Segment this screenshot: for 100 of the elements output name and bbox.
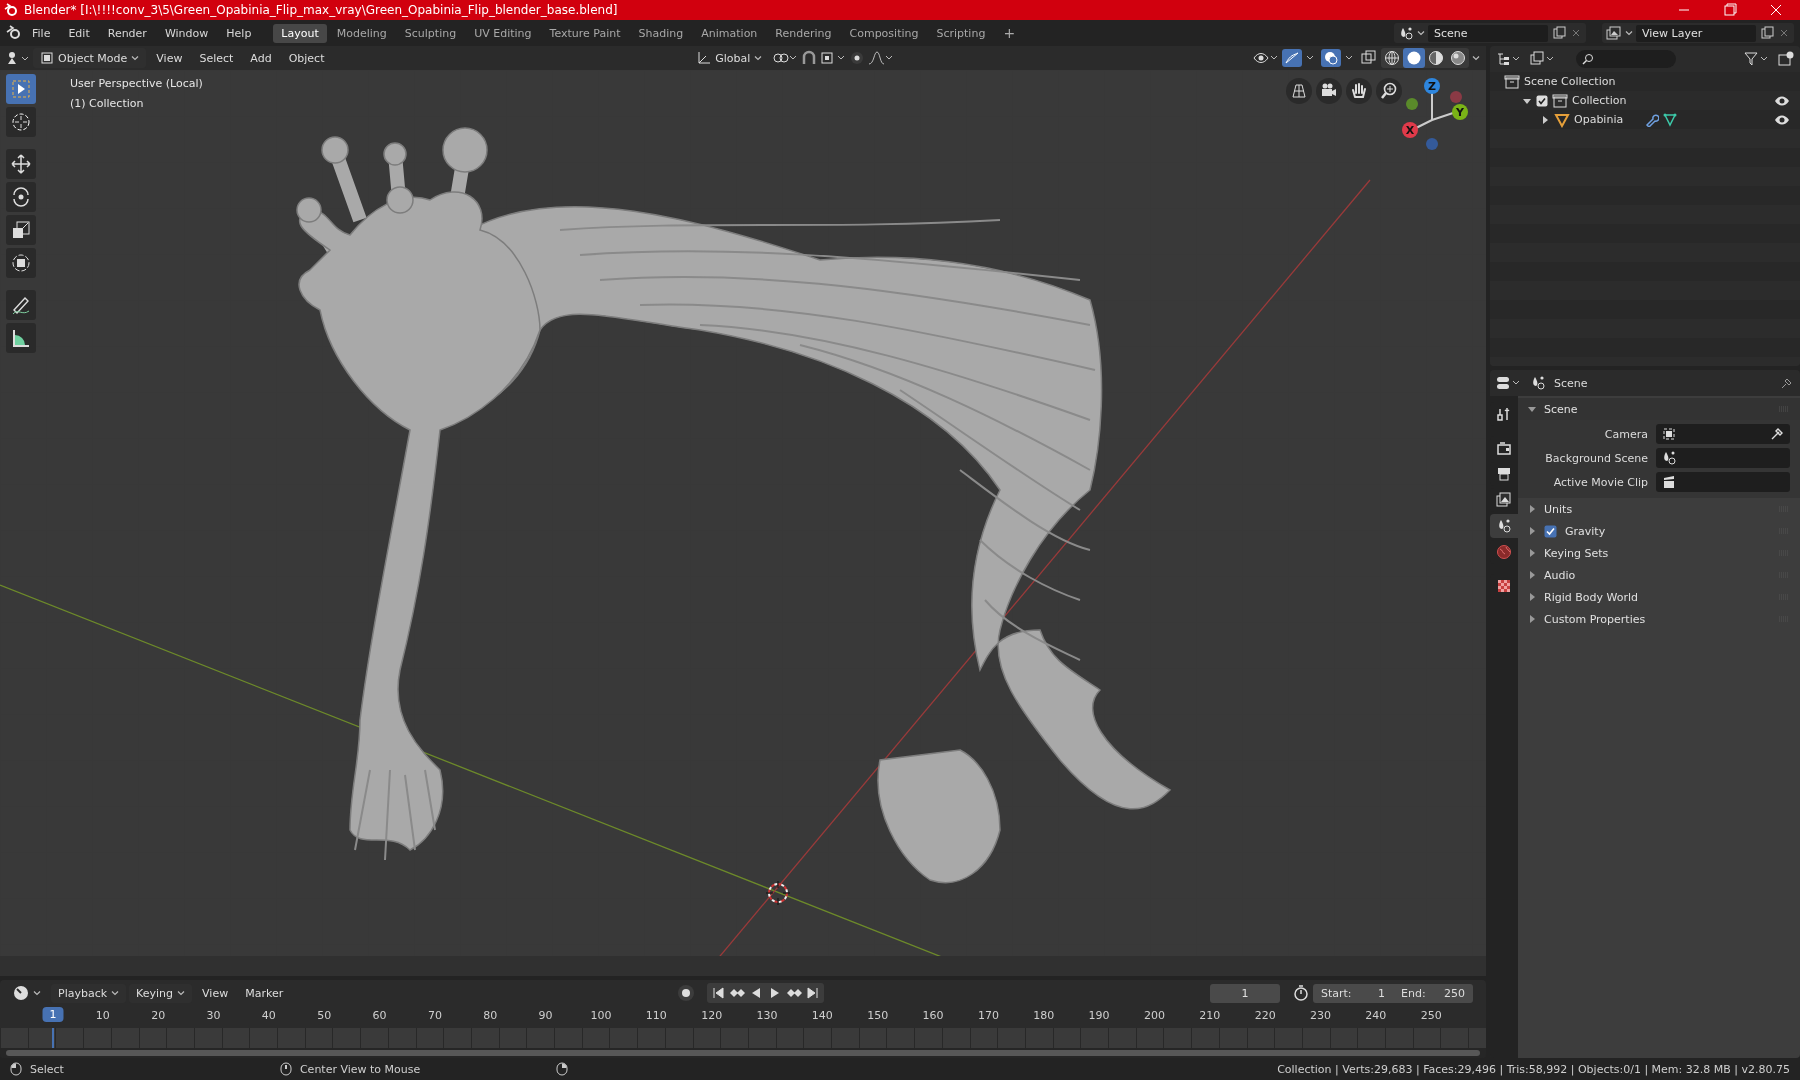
panel-header[interactable]: Units bbox=[1544, 502, 1573, 516]
menu-item[interactable]: Window bbox=[156, 23, 217, 43]
stopwatch-icon[interactable] bbox=[1292, 984, 1310, 1002]
workspace-tab[interactable]: Rendering bbox=[767, 23, 840, 43]
current-frame-field[interactable]: 1 bbox=[1210, 983, 1280, 1003]
cursor-tool[interactable] bbox=[6, 107, 36, 137]
scene-icon[interactable] bbox=[1398, 26, 1414, 40]
close-icon[interactable] bbox=[1778, 27, 1790, 39]
workspace-tab[interactable]: UV Editing bbox=[466, 23, 540, 43]
filter-layers-icon[interactable] bbox=[1530, 51, 1556, 67]
workspace-tab[interactable]: Layout bbox=[273, 23, 327, 43]
end-frame-field[interactable]: End: 250 bbox=[1393, 983, 1473, 1003]
panel-header[interactable]: Rigid Body World bbox=[1544, 590, 1638, 604]
menu-item[interactable]: View bbox=[149, 48, 190, 68]
transform-tool[interactable] bbox=[6, 248, 36, 278]
snap-target-icon[interactable] bbox=[820, 50, 847, 66]
menu-item[interactable]: Help bbox=[218, 23, 260, 43]
copy-icon[interactable] bbox=[1551, 26, 1567, 40]
scene-tab[interactable] bbox=[1490, 514, 1518, 538]
scene-selector-field[interactable]: Scene bbox=[1428, 24, 1548, 42]
mode-dropdown[interactable]: Object Mode bbox=[33, 48, 147, 68]
rendered-shading-icon[interactable] bbox=[1450, 50, 1466, 66]
magnet-icon[interactable] bbox=[801, 50, 818, 66]
menu-item[interactable]: Object bbox=[281, 48, 332, 68]
checked-checkbox-icon[interactable] bbox=[1536, 94, 1548, 107]
object-picker-field[interactable] bbox=[1656, 448, 1790, 468]
eye-icon[interactable] bbox=[1774, 94, 1790, 107]
scrollbar[interactable] bbox=[6, 1050, 1480, 1056]
rotate-tool[interactable] bbox=[6, 182, 36, 212]
close-icon[interactable] bbox=[1570, 27, 1582, 39]
wireframe-shading-icon[interactable] bbox=[1384, 50, 1400, 66]
copy-icon[interactable] bbox=[1759, 26, 1775, 40]
filter-icon[interactable] bbox=[1744, 51, 1770, 67]
search-field[interactable] bbox=[1576, 50, 1676, 68]
scale-tool[interactable] bbox=[6, 215, 36, 245]
image-stack-icon[interactable] bbox=[1606, 26, 1622, 40]
menu-item[interactable]: Keying bbox=[129, 983, 193, 1003]
panel-header[interactable]: Scene bbox=[1544, 402, 1578, 416]
collapsed-arrow-icon[interactable] bbox=[1528, 615, 1536, 623]
panel-header[interactable]: Gravity bbox=[1565, 524, 1606, 538]
editor-type-icon[interactable] bbox=[6, 50, 30, 66]
menu-item[interactable]: Render bbox=[99, 23, 155, 43]
workspace-tab[interactable]: Shading bbox=[630, 23, 692, 43]
outliner-item[interactable]: Collection bbox=[1572, 94, 1627, 107]
menu-item[interactable]: Add bbox=[243, 48, 279, 68]
hand-pan-icon[interactable] bbox=[1349, 81, 1369, 101]
collapsed-arrow-icon[interactable] bbox=[1528, 505, 1536, 513]
annotate-tool[interactable] bbox=[6, 290, 36, 320]
collapsed-arrow-icon[interactable] bbox=[1528, 571, 1536, 579]
orientation-dropdown[interactable]: Global bbox=[690, 48, 770, 68]
outliner-item[interactable]: Opabinia bbox=[1574, 113, 1624, 126]
new-collection-icon[interactable] bbox=[1778, 51, 1794, 67]
select-box-tool[interactable] bbox=[6, 74, 36, 104]
workspace-tab[interactable]: Animation bbox=[693, 23, 766, 43]
workspace-tab[interactable]: Sculpting bbox=[396, 23, 465, 43]
collapsed-arrow-icon[interactable] bbox=[1528, 593, 1536, 601]
eye-icon[interactable] bbox=[1774, 113, 1790, 126]
blender-logo-icon[interactable] bbox=[6, 25, 22, 41]
falloff-curve-icon[interactable] bbox=[868, 50, 895, 66]
add-workspace-button[interactable]: + bbox=[995, 22, 1024, 44]
view-layer-field[interactable]: View Layer bbox=[1636, 24, 1756, 42]
object-picker-field[interactable] bbox=[1656, 424, 1790, 444]
collapsed-arrow-icon[interactable] bbox=[1540, 114, 1550, 125]
panel-header[interactable]: Custom Properties bbox=[1544, 612, 1646, 626]
proportional-edit-icon[interactable] bbox=[849, 50, 866, 66]
zoom-icon[interactable] bbox=[1379, 81, 1399, 101]
playhead-frame-marker[interactable]: 1 bbox=[42, 1007, 64, 1022]
pivot-icon[interactable] bbox=[772, 50, 799, 66]
panel-header[interactable]: Keying Sets bbox=[1544, 546, 1609, 560]
expanded-arrow-icon[interactable] bbox=[1528, 405, 1536, 413]
xray-toggle-icon[interactable] bbox=[1360, 50, 1378, 66]
mesh-data-icon[interactable] bbox=[1663, 112, 1678, 127]
navigation-gizmo[interactable]: Z Y X bbox=[1398, 74, 1472, 156]
menu-item[interactable]: Edit bbox=[60, 23, 98, 43]
visibility-eye-icon[interactable] bbox=[1253, 50, 1279, 66]
move-tool[interactable] bbox=[6, 149, 36, 179]
object-picker-field[interactable] bbox=[1656, 472, 1790, 492]
outliner-item[interactable]: Scene Collection bbox=[1524, 75, 1616, 88]
workspace-tab[interactable]: Texture Paint bbox=[541, 23, 629, 43]
checked-checkbox-icon[interactable] bbox=[1544, 524, 1557, 538]
grid-view-icon[interactable] bbox=[1289, 81, 1309, 101]
menu-item[interactable]: Select bbox=[192, 48, 241, 68]
wrench-icon[interactable] bbox=[1645, 112, 1660, 127]
editor-type-icon[interactable] bbox=[1496, 375, 1522, 391]
measure-tool[interactable] bbox=[6, 323, 36, 353]
display-mode-icon[interactable] bbox=[1496, 51, 1522, 67]
panel-header[interactable]: Audio bbox=[1544, 568, 1576, 582]
menu-item[interactable]: View bbox=[195, 983, 236, 1003]
menu-item[interactable]: File bbox=[24, 23, 59, 43]
material-shading-icon[interactable] bbox=[1428, 50, 1444, 66]
workspace-tab[interactable]: Modeling bbox=[328, 23, 395, 43]
record-icon[interactable] bbox=[676, 984, 695, 1002]
workspace-tab[interactable]: Compositing bbox=[841, 23, 927, 43]
menu-item[interactable]: Marker bbox=[238, 983, 291, 1003]
solid-shading-icon[interactable] bbox=[1406, 50, 1422, 66]
collapsed-arrow-icon[interactable] bbox=[1528, 549, 1536, 557]
menu-item[interactable]: Playback bbox=[51, 983, 127, 1003]
workspace-tab[interactable]: Scripting bbox=[928, 23, 994, 43]
collapsed-arrow-icon[interactable] bbox=[1528, 527, 1536, 535]
start-frame-field[interactable]: Start: 1 bbox=[1313, 983, 1393, 1003]
